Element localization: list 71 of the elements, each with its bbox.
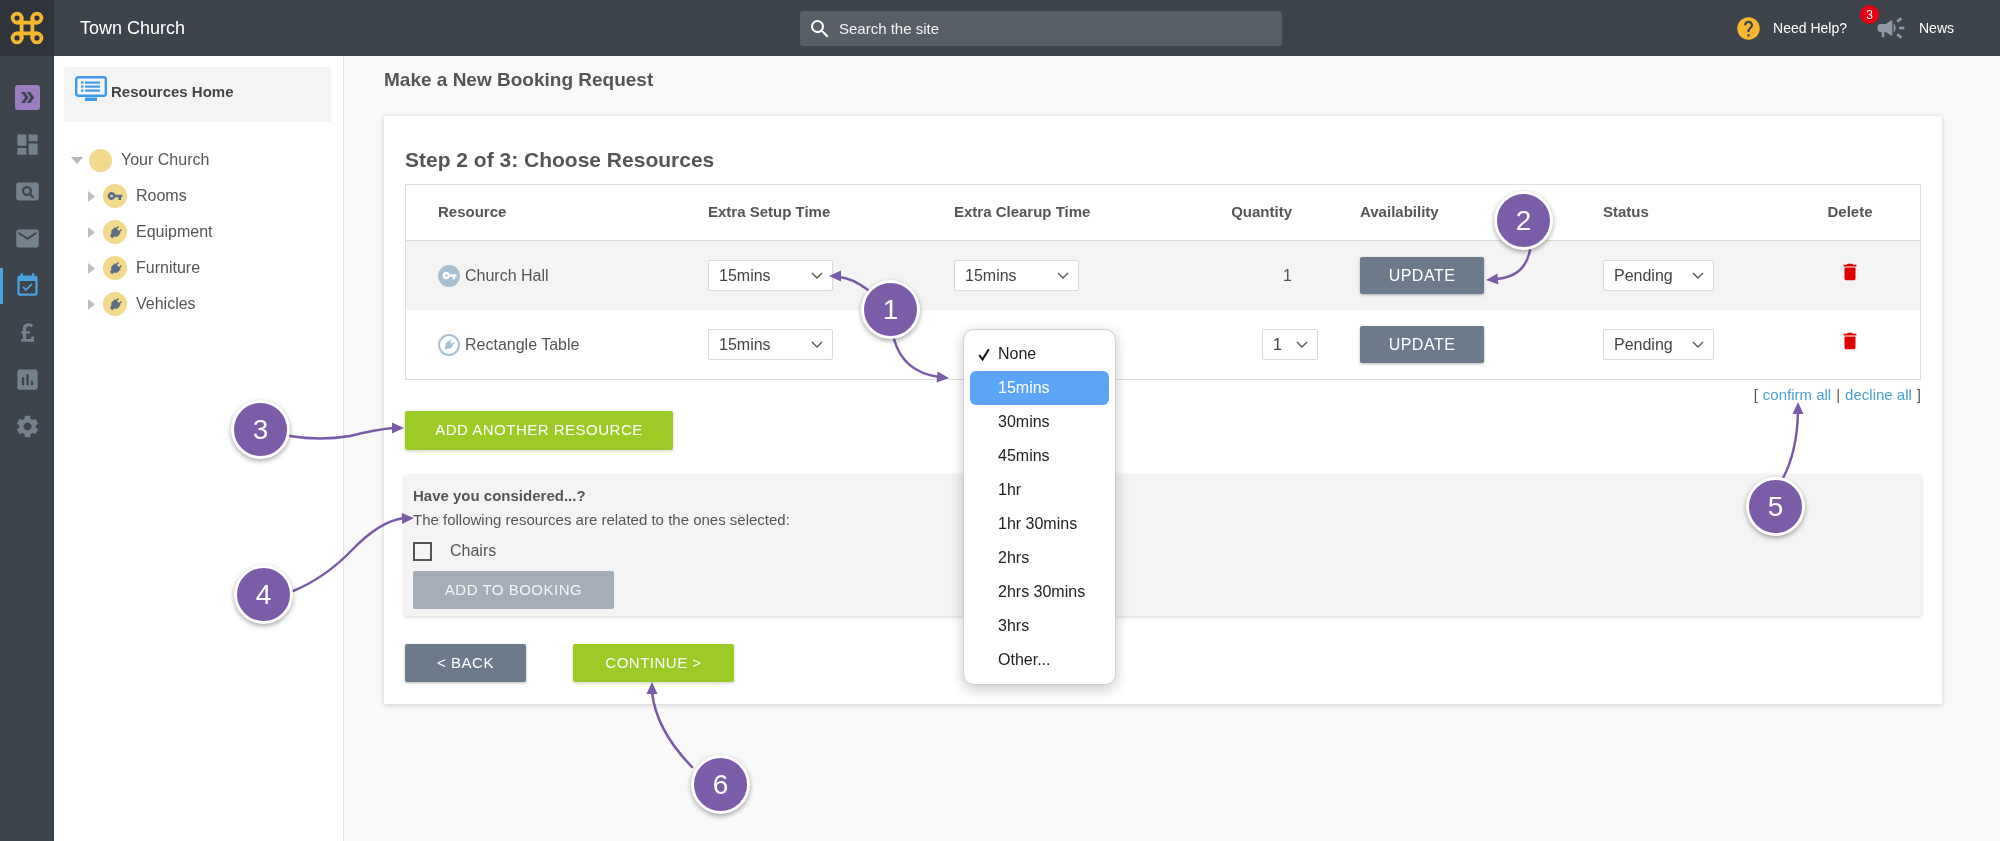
checkbox[interactable] (413, 541, 432, 561)
tree-item-label[interactable]: Vehicles (136, 292, 196, 316)
column-header: Delete (1827, 202, 1873, 223)
key-icon (438, 264, 460, 287)
bracket-text: [ (1753, 385, 1758, 405)
resources-home-link[interactable]: Resources Home (64, 67, 331, 122)
quantity-value: 1 (1283, 265, 1292, 286)
plug-icon (103, 256, 127, 280)
step-title: Step 2 of 3: Choose Resources (405, 147, 715, 173)
notification-badge: 3 (1860, 5, 1879, 24)
callout-arrow (1486, 248, 1532, 285)
column-header: Resource (438, 202, 507, 223)
setup-time-select[interactable]: 15mins (708, 260, 833, 291)
dropdown-option[interactable]: 1hr 30mins (970, 507, 1109, 541)
chevron-down-icon (1692, 272, 1704, 279)
plug-icon (103, 220, 127, 244)
status-select[interactable]: Pending (1603, 329, 1714, 360)
tree-item-label[interactable]: Equipment (136, 220, 213, 244)
dropdown-option[interactable]: 45mins (970, 439, 1109, 473)
column-header: Status (1603, 202, 1649, 223)
resource-name: Church Hall (465, 265, 549, 286)
chevron-down-icon (811, 341, 823, 348)
resource-name: Rectangle Table (465, 334, 580, 355)
update-button[interactable]: UPDATE (1360, 326, 1484, 363)
help-icon (1735, 14, 1763, 42)
dropdown-option[interactable]: 2hrs (970, 541, 1109, 575)
column-header: Extra Setup Time (708, 202, 831, 223)
tree-item-label[interactable]: Furniture (136, 256, 201, 280)
search-field[interactable]: Search the site (800, 10, 1282, 46)
caret-down-icon[interactable] (71, 156, 83, 164)
caret-right-icon[interactable] (87, 226, 95, 238)
dropdown-option[interactable]: 1hr (970, 473, 1109, 507)
plug-icon (438, 333, 460, 356)
chevron-down-icon (1057, 272, 1069, 279)
column-header: Quantity (1231, 202, 1292, 223)
help-button[interactable]: Need Help? (1735, 14, 1847, 42)
dropdown-option[interactable]: None (970, 337, 1109, 371)
dropdown-option[interactable]: 3hrs (970, 609, 1109, 643)
chevron-down-icon (1296, 341, 1308, 348)
suggestions-title: Have you considered...? (413, 486, 586, 506)
dropdown-option[interactable]: Other... (970, 643, 1109, 677)
column-header: Extra Clearup Time (954, 202, 1091, 223)
chevron-down-icon (1692, 341, 1704, 348)
site-name: Town Church (80, 16, 187, 40)
checkbox-label[interactable]: Chairs (450, 539, 497, 563)
page-title: Make a New Booking Request (384, 68, 654, 92)
caret-right-icon[interactable] (87, 298, 95, 310)
bracket-text: ] (1916, 385, 1921, 405)
tree-item-label[interactable]: Rooms (136, 184, 187, 208)
dropdown-option[interactable]: 30mins (970, 405, 1109, 439)
column-header: Availability (1360, 202, 1439, 223)
separator-text: | (1836, 385, 1841, 405)
suggestions-description: The following resources are related to the ones selected: (413, 510, 790, 530)
back-button[interactable]: < BACK (405, 644, 526, 682)
callout-arrow (892, 337, 949, 383)
chevron-down-icon (811, 272, 823, 279)
update-button[interactable]: UPDATE (1360, 257, 1484, 294)
status-select[interactable]: Pending (1603, 260, 1714, 291)
key-icon (103, 184, 127, 208)
dropdown-option[interactable]: 2hrs 30mins (970, 575, 1109, 609)
monitor-list-icon (75, 76, 107, 102)
quantity-select[interactable]: 1 (1262, 329, 1318, 360)
caret-right-icon[interactable] (87, 262, 95, 274)
plug-icon (103, 292, 127, 316)
caret-right-icon[interactable] (87, 190, 95, 202)
clearup-time-select[interactable]: 15mins (954, 260, 1079, 291)
callout-marker: 6 (691, 755, 750, 814)
tree-item-label[interactable]: Your Church (121, 148, 210, 172)
callout-arrow (829, 270, 870, 292)
logo-icon[interactable] (0, 0, 54, 56)
setup-time-select[interactable]: 15mins (708, 329, 833, 360)
